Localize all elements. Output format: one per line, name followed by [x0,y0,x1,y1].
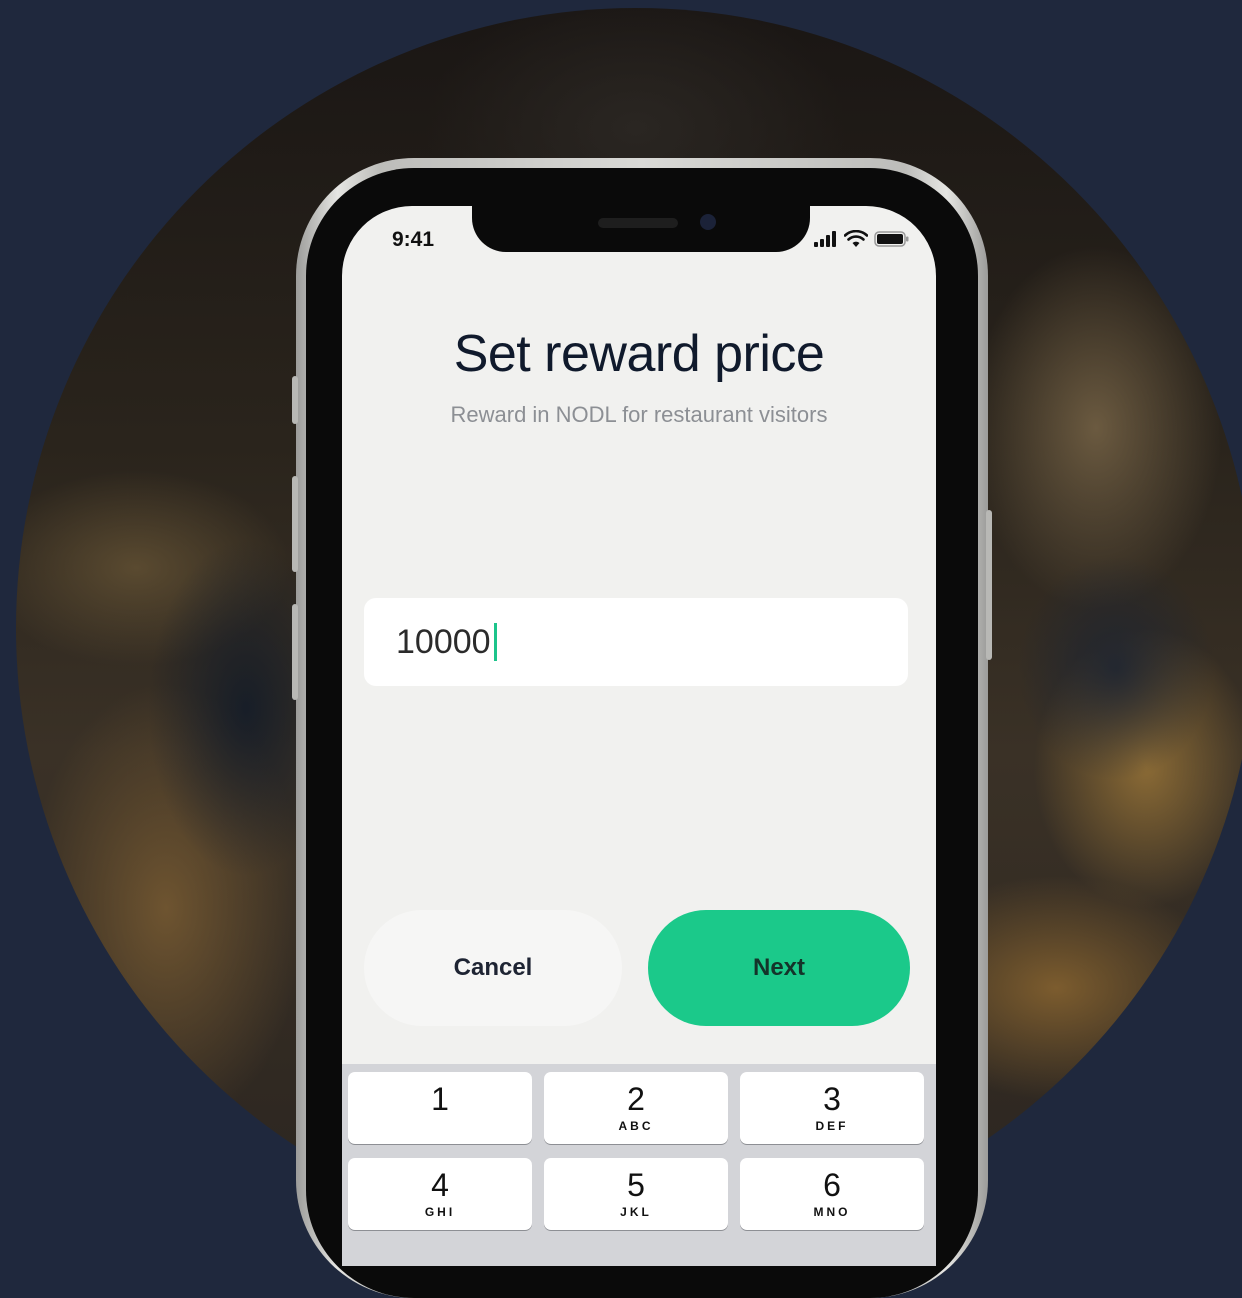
key-digit: 6 [823,1167,841,1203]
text-caret [493,623,497,661]
key-3[interactable]: 3 DEF [740,1072,924,1144]
page-subtitle: Reward in NODL for restaurant visitors [450,402,828,427]
next-button[interactable]: Next [648,910,910,1026]
battery-icon [874,231,909,247]
page-title: Set reward price [453,325,825,383]
key-letters: ABC [618,1119,654,1133]
volume-up-button [292,476,298,572]
key-digit: 5 [627,1167,645,1203]
mute-switch [292,376,298,424]
key-5[interactable]: 5 JKL [544,1158,728,1230]
key-6[interactable]: 6 MNO [740,1158,924,1230]
key-letters: DEF [815,1119,849,1133]
front-camera [700,214,716,230]
key-letters: MNO [813,1205,851,1219]
signal-icon [814,231,836,247]
key-digit: 4 [431,1167,449,1203]
speaker [598,218,678,228]
key-2[interactable]: 2 ABC [544,1072,728,1144]
status-time: 9:41 [392,228,435,251]
volume-down-button [292,604,298,700]
status-icons [814,230,910,248]
phone-screen: 9:41 Set reward price Reward in NODL for… [342,206,936,1266]
cancel-button[interactable]: Cancel [364,910,622,1026]
key-digit: 3 [823,1081,841,1117]
key-letters: GHI [424,1205,456,1219]
notch [472,206,810,252]
key-digit: 1 [431,1081,449,1117]
power-button [986,510,992,660]
wifi-icon [844,230,868,247]
reward-amount-input[interactable]: 10000 [364,598,908,686]
key-letters: JKL [620,1205,652,1219]
key-4[interactable]: 4 GHI [348,1158,532,1230]
key-1[interactable]: 1 [348,1072,532,1144]
key-digit: 2 [627,1081,645,1117]
reward-amount-value: 10000 [396,622,491,661]
numeric-keypad: 1 2 ABC 3 DEF 4 GHI 5 JKL 6 MNO [342,1064,936,1266]
